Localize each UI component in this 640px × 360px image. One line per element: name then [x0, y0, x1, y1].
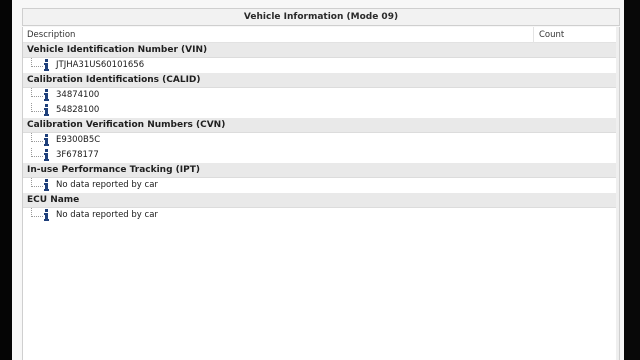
list-item[interactable]: 3F678177: [23, 148, 619, 163]
tree-branch-icon: [31, 88, 43, 97]
section-calid[interactable]: Calibration Identifications (CALID): [23, 73, 619, 88]
tree-branch-icon: [31, 103, 43, 112]
item-value: 54828100: [56, 105, 100, 115]
item-value: 34874100: [56, 90, 100, 100]
info-icon: [44, 134, 49, 146]
section-cvn[interactable]: Calibration Verification Numbers (CVN): [23, 118, 619, 133]
background-right-edge: [624, 0, 640, 360]
item-value: No data reported by car: [56, 180, 158, 190]
item-value: E9300B5C: [56, 135, 101, 145]
section-vin[interactable]: Vehicle Identification Number (VIN): [23, 43, 619, 58]
column-header-count[interactable]: Count: [539, 30, 564, 40]
tree-branch-icon: [31, 58, 43, 67]
tree-branch-icon: [31, 133, 43, 142]
list-item[interactable]: 54828100: [23, 103, 619, 118]
column-header-description[interactable]: Description: [27, 30, 75, 40]
panel-title: Vehicle Information (Mode 09): [22, 8, 620, 26]
section-ecu-name[interactable]: ECU Name: [23, 193, 619, 208]
vehicle-info-grid[interactable]: Description Count Vehicle Identification…: [22, 27, 620, 360]
section-label: ECU Name: [27, 195, 80, 205]
grid-right-edge: [616, 27, 619, 360]
column-divider: [533, 27, 534, 43]
grid-header: Description Count: [23, 27, 619, 43]
list-item[interactable]: No data reported by car: [23, 178, 619, 193]
info-icon: [44, 149, 49, 161]
list-item[interactable]: No data reported by car: [23, 208, 619, 223]
section-label: Calibration Identifications (CALID): [27, 75, 201, 85]
info-icon: [44, 179, 49, 191]
tree-branch-icon: [31, 208, 43, 217]
section-label: Calibration Verification Numbers (CVN): [27, 120, 226, 130]
background-left-edge: [0, 0, 12, 360]
item-value: No data reported by car: [56, 210, 158, 220]
list-item[interactable]: E9300B5C: [23, 133, 619, 148]
tree-branch-icon: [31, 148, 43, 157]
list-item[interactable]: JTJHA31US60101656: [23, 58, 619, 73]
section-label: In-use Performance Tracking (IPT): [27, 165, 200, 175]
info-icon: [44, 104, 49, 116]
list-item[interactable]: 34874100: [23, 88, 619, 103]
info-icon: [44, 209, 49, 221]
section-label: Vehicle Identification Number (VIN): [27, 45, 208, 55]
tree-branch-icon: [31, 178, 43, 187]
item-value: JTJHA31US60101656: [56, 60, 145, 70]
info-icon: [44, 89, 49, 101]
vehicle-info-panel: Vehicle Information (Mode 09) Descriptio…: [12, 0, 624, 360]
item-value: 3F678177: [56, 150, 99, 160]
section-ipt[interactable]: In-use Performance Tracking (IPT): [23, 163, 619, 178]
info-icon: [44, 59, 49, 71]
